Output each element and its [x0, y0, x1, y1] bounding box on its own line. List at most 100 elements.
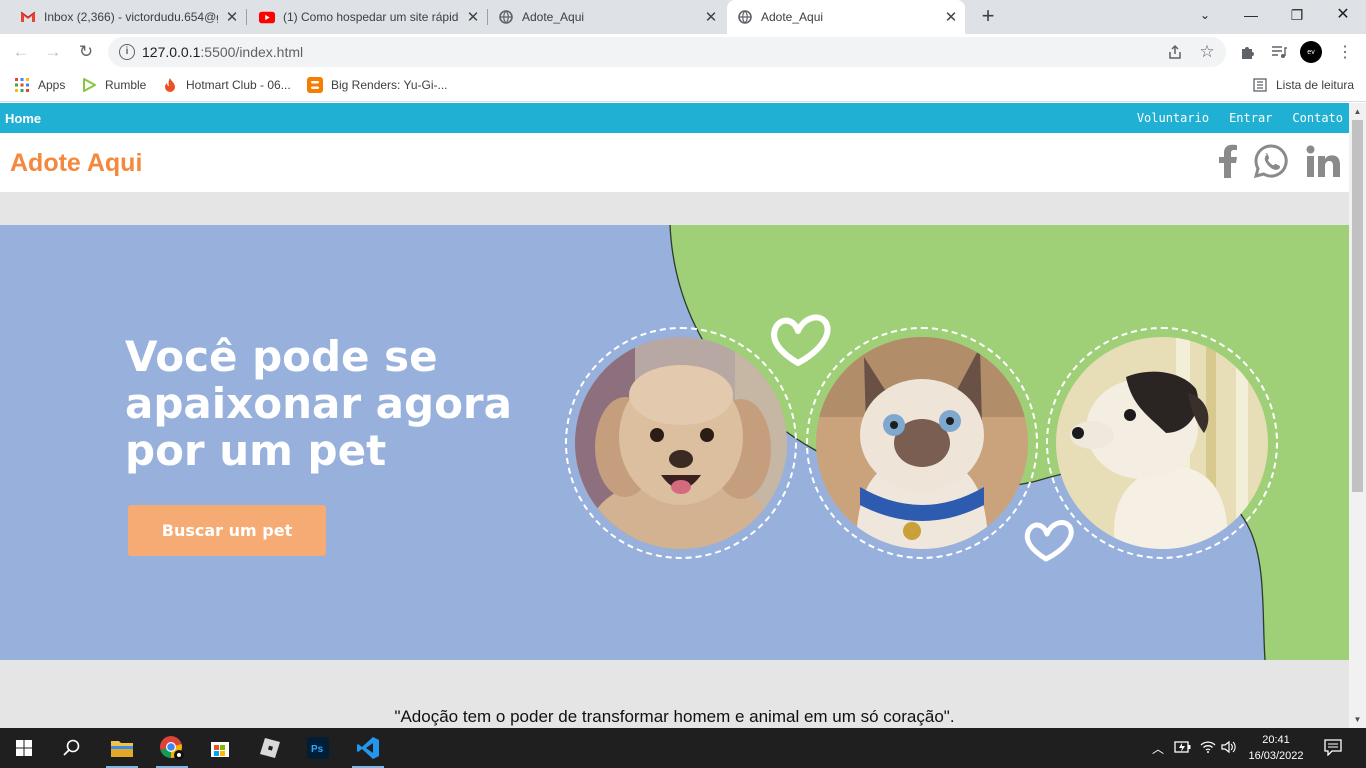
- siamese-kitten-image: [816, 337, 1028, 549]
- reading-list-label: Lista de leitura: [1276, 78, 1355, 92]
- system-clock[interactable]: 20:41 16/03/2022: [1244, 732, 1308, 764]
- bookmark-label: Apps: [38, 78, 66, 92]
- clock-date: 16/03/2022: [1248, 750, 1304, 762]
- microsoft-store-icon[interactable]: [196, 728, 244, 768]
- tab-title: (1) Como hospedar um site rápido: [283, 10, 459, 24]
- blogger-icon: [307, 77, 323, 93]
- search-icon[interactable]: [48, 728, 96, 768]
- nav-links: Voluntario Entrar Contato: [1137, 111, 1343, 125]
- extensions-icon[interactable]: [1238, 43, 1256, 61]
- media-control-icon[interactable]: [1270, 43, 1288, 61]
- heart-doodle-icon: [771, 314, 831, 366]
- chrome-icon[interactable]: [148, 728, 196, 768]
- menu-kebab-icon[interactable]: ⋮: [1336, 43, 1354, 61]
- tab-gmail[interactable]: Inbox (2,366) - victordudu.654@g ✕: [0, 0, 246, 34]
- close-icon[interactable]: ✕: [697, 8, 725, 26]
- whatsapp-icon[interactable]: [1252, 141, 1290, 181]
- reading-list-button[interactable]: Lista de leitura: [1252, 77, 1354, 93]
- forward-button[interactable]: →: [41, 40, 65, 64]
- share-icon[interactable]: [1166, 43, 1184, 61]
- bookmark-hotmart[interactable]: Hotmart Club - 06...: [162, 77, 291, 93]
- heart-doodle-icon: [1024, 520, 1074, 562]
- scrollbar-thumb[interactable]: [1352, 120, 1363, 492]
- svg-text:Ps: Ps: [311, 744, 324, 755]
- apps-grid-icon: [14, 77, 30, 93]
- pet-photo-puppy[interactable]: [1046, 327, 1278, 559]
- nav-entrar-link[interactable]: Entrar: [1229, 111, 1272, 125]
- tab-title: Adote_Aqui: [761, 10, 824, 24]
- windows-taskbar: Ps ︿ 20:41 16/03/2022: [0, 728, 1366, 768]
- tab-search-button[interactable]: ⌄: [1182, 0, 1228, 30]
- reading-list-icon: [1252, 77, 1268, 93]
- tab-adote-aqui-active[interactable]: Adote_Aqui ✕: [727, 0, 965, 34]
- bookmark-label: Big Renders: Yu-Gi-...: [331, 78, 448, 92]
- restore-button[interactable]: ❐: [1274, 0, 1320, 30]
- hero-headline-line: apaixonar agora: [125, 379, 512, 428]
- scroll-down-arrow-icon[interactable]: ▼: [1349, 711, 1366, 728]
- file-explorer-icon[interactable]: [98, 728, 146, 768]
- pet-photo-poodle[interactable]: [565, 327, 797, 559]
- linkedin-icon[interactable]: [1303, 141, 1343, 181]
- close-icon[interactable]: ✕: [459, 8, 487, 26]
- back-button[interactable]: ←: [9, 40, 33, 64]
- find-pet-button[interactable]: Buscar um pet: [128, 505, 326, 556]
- close-icon[interactable]: ✕: [937, 8, 965, 26]
- close-window-button[interactable]: ✕: [1320, 0, 1366, 30]
- tab-title: Adote_Aqui: [522, 10, 585, 24]
- bookmark-label: Rumble: [105, 78, 147, 92]
- minimize-button[interactable]: —: [1228, 0, 1274, 30]
- browser-toolbar: ← → ↻ i 127.0.0.1:5500/index.html ☆ ev ⋮: [0, 34, 1366, 70]
- photoshop-icon[interactable]: Ps: [294, 728, 342, 768]
- vscode-icon[interactable]: [344, 728, 392, 768]
- close-icon[interactable]: ✕: [218, 8, 246, 26]
- wifi-icon[interactable]: [1200, 740, 1216, 757]
- pet-photo-kitten[interactable]: [806, 327, 1038, 559]
- nav-home-link[interactable]: Home: [5, 111, 41, 126]
- hero-headline-line: Você pode se: [125, 332, 438, 381]
- globe-icon: [498, 9, 514, 25]
- youtube-icon: [259, 9, 275, 25]
- scroll-up-arrow-icon[interactable]: ▲: [1349, 103, 1366, 120]
- volume-icon[interactable]: [1221, 740, 1237, 757]
- reload-button[interactable]: ↻: [74, 40, 98, 64]
- roblox-icon[interactable]: [246, 728, 294, 768]
- tab-strip: Inbox (2,366) - victordudu.654@g ✕ (1) C…: [0, 0, 1366, 34]
- clock-time: 20:41: [1262, 734, 1290, 746]
- page-viewport: Home Voluntario Entrar Contato Adote Aqu…: [0, 103, 1349, 728]
- bookmark-star-icon[interactable]: ☆: [1198, 42, 1216, 61]
- bookmark-rumble[interactable]: Rumble: [81, 77, 146, 93]
- facebook-icon[interactable]: [1214, 141, 1242, 181]
- bookmarks-bar: Apps Rumble Hotmart Club - 06... Big Ren…: [0, 70, 1366, 102]
- hero-banner: Você pode se apaixonar agora por um pet …: [0, 225, 1349, 660]
- site-navbar: Home Voluntario Entrar Contato: [0, 103, 1349, 133]
- poodle-puppy-image: [575, 337, 787, 549]
- nav-contato-link[interactable]: Contato: [1292, 111, 1343, 125]
- site-header: Adote Aqui: [0, 133, 1349, 192]
- notifications-icon[interactable]: [1324, 738, 1342, 759]
- site-info-icon[interactable]: i: [119, 44, 135, 60]
- hero-headline-line: por um pet: [125, 426, 387, 475]
- nav-voluntario-link[interactable]: Voluntario: [1137, 111, 1209, 125]
- new-tab-button[interactable]: +: [976, 4, 1000, 28]
- address-bar[interactable]: i 127.0.0.1:5500/index.html ☆: [108, 37, 1226, 67]
- adoption-quote: "Adoção tem o poder de transformar homem…: [394, 707, 955, 726]
- brand-title[interactable]: Adote Aqui: [10, 149, 142, 178]
- url-text[interactable]: 127.0.0.1:5500/index.html: [142, 44, 303, 60]
- profile-avatar[interactable]: ev: [1300, 41, 1322, 63]
- hotmart-icon: [162, 77, 178, 93]
- rumble-icon: [81, 77, 97, 93]
- hero-headline: Você pode se apaixonar agora por um pet: [125, 333, 545, 474]
- show-hidden-icons-icon[interactable]: ︿: [1152, 740, 1164, 757]
- tab-adote-aqui[interactable]: Adote_Aqui ✕: [488, 0, 725, 34]
- jack-russell-puppy-image: [1056, 337, 1268, 549]
- windows-start-icon[interactable]: [0, 728, 48, 768]
- page-scrollbar[interactable]: ▲ ▼: [1349, 103, 1366, 728]
- bookmark-apps[interactable]: Apps: [14, 77, 65, 93]
- battery-icon[interactable]: [1174, 740, 1192, 757]
- tab-title: Inbox (2,366) - victordudu.654@g: [44, 10, 218, 24]
- globe-icon: [737, 9, 753, 25]
- bookmark-big-renders[interactable]: Big Renders: Yu-Gi-...: [307, 77, 448, 93]
- bookmark-label: Hotmart Club - 06...: [186, 78, 291, 92]
- tab-youtube[interactable]: (1) Como hospedar um site rápido ✕: [247, 0, 487, 34]
- gmail-icon: [20, 9, 36, 25]
